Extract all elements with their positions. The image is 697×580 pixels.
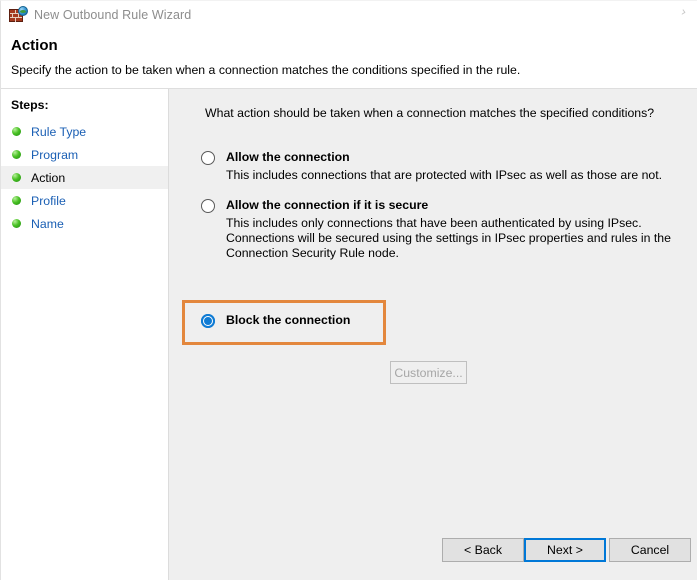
option-description: This includes only connections that have…	[226, 216, 671, 260]
green-bullet-icon	[12, 150, 21, 159]
option-allow-if-secure[interactable]: Allow the connection if it is secure Thi…	[201, 198, 676, 261]
option-block-connection[interactable]: Block the connection	[201, 313, 350, 328]
radio-block-connection[interactable]	[201, 314, 215, 328]
radio-allow-if-secure[interactable]	[201, 199, 215, 213]
page-title: Action	[11, 37, 58, 54]
wizard-window: New Outbound Rule Wizard › Action Specif…	[0, 0, 697, 580]
sidebar-item-label: Action	[31, 170, 66, 185]
sidebar-item-program[interactable]: Program	[1, 143, 168, 166]
steps-heading: Steps:	[11, 98, 49, 112]
sidebar-item-label: Name	[31, 216, 64, 231]
option-description: This includes connections that are prote…	[226, 168, 663, 182]
firewall-globe-icon	[9, 6, 28, 24]
green-bullet-icon	[12, 196, 21, 205]
sidebar-item-action[interactable]: Action	[1, 166, 168, 189]
back-button[interactable]: < Back	[442, 538, 524, 562]
radio-allow-connection[interactable]	[201, 151, 215, 165]
window-title: New Outbound Rule Wizard	[34, 8, 192, 22]
wizard-body: Steps: Rule Type Program Action Profile	[1, 89, 697, 580]
sidebar-item-rule-type[interactable]: Rule Type	[1, 120, 168, 143]
sidebar-item-label: Program	[31, 147, 79, 162]
green-bullet-icon	[12, 127, 21, 136]
cancel-button[interactable]: Cancel	[609, 538, 691, 562]
wizard-header: Action Specify the action to be taken wh…	[1, 29, 697, 88]
page-subtitle: Specify the action to be taken when a co…	[11, 63, 521, 77]
sidebar-item-profile[interactable]: Profile	[1, 189, 168, 212]
sidebar-item-name[interactable]: Name	[1, 212, 168, 235]
green-bullet-icon	[12, 173, 21, 182]
next-button[interactable]: Next >	[524, 538, 606, 562]
green-bullet-icon	[12, 219, 21, 228]
question-text: What action should be taken when a conne…	[205, 106, 655, 120]
steps-list: Rule Type Program Action Profile Name	[1, 120, 168, 235]
option-title: Block the connection	[226, 313, 351, 327]
option-allow-connection[interactable]: Allow the connection This includes conne…	[201, 150, 662, 183]
steps-sidebar: Steps: Rule Type Program Action Profile	[1, 89, 169, 580]
content-panel: What action should be taken when a conne…	[170, 89, 697, 580]
customize-button[interactable]: Customize...	[390, 361, 467, 384]
title-bar: New Outbound Rule Wizard ›	[1, 1, 697, 29]
sidebar-item-label: Profile	[31, 193, 66, 208]
option-title: Allow the connection	[226, 150, 350, 164]
option-title: Allow the connection if it is secure	[226, 198, 429, 212]
sidebar-item-label: Rule Type	[31, 124, 87, 139]
chevron-right-icon: ›	[679, 4, 688, 21]
